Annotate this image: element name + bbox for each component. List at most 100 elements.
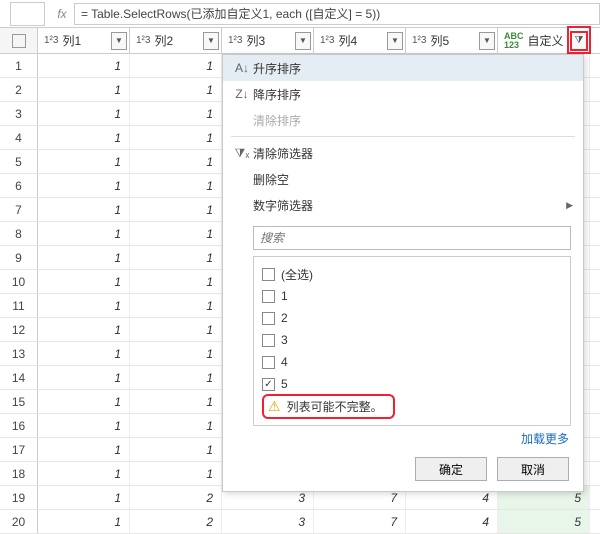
column-header-1[interactable]: 1²3 列1 ▼ [38,28,130,53]
row-number[interactable]: 11 [0,294,38,317]
cancel-button[interactable]: 取消 [497,457,569,481]
cell[interactable]: 1 [38,174,130,197]
row-number[interactable]: 6 [0,174,38,197]
sort-asc-item[interactable]: A↓ 升序排序 [223,55,583,81]
cell[interactable]: 1 [130,366,222,389]
cell[interactable]: 1 [38,438,130,461]
cell[interactable]: 7 [314,510,406,533]
table-row[interactable]: 20123745 [0,510,600,534]
cell[interactable]: 1 [130,342,222,365]
filter-option[interactable]: 2 [262,307,562,329]
cell[interactable]: 1 [38,246,130,269]
cell[interactable]: 1 [38,486,130,509]
row-number[interactable]: 8 [0,222,38,245]
number-filters-item[interactable]: 数字筛选器 ▶ [223,192,583,218]
row-number[interactable]: 12 [0,318,38,341]
remove-empty-item[interactable]: 删除空 [223,166,583,192]
row-number[interactable]: 7 [0,198,38,221]
row-number[interactable]: 5 [0,150,38,173]
row-number[interactable]: 14 [0,366,38,389]
cell[interactable]: 1 [130,126,222,149]
cell[interactable]: 1 [38,342,130,365]
filter-option[interactable]: 4 [262,351,562,373]
column-header-5[interactable]: 1²3 列5 ▼ [406,28,498,53]
row-number[interactable]: 13 [0,342,38,365]
cell[interactable]: 1 [38,102,130,125]
cell[interactable]: 5 [498,510,590,533]
cell[interactable]: 1 [38,366,130,389]
row-number[interactable]: 9 [0,246,38,269]
checkbox-icon [262,312,275,325]
cell[interactable]: 1 [130,318,222,341]
cell[interactable]: 1 [130,150,222,173]
column-filter-button[interactable]: ▼ [295,32,311,50]
cell[interactable]: 1 [130,102,222,125]
filter-option[interactable]: 5 [262,373,562,395]
cell[interactable]: 3 [222,510,314,533]
formula-input[interactable] [74,3,600,25]
cell[interactable]: 1 [130,390,222,413]
row-number[interactable]: 18 [0,462,38,485]
chevron-right-icon: ▶ [566,200,573,211]
cell[interactable]: 1 [38,222,130,245]
cell[interactable]: 1 [38,462,130,485]
row-number[interactable]: 10 [0,270,38,293]
cell[interactable]: 1 [130,198,222,221]
cell[interactable]: 1 [130,54,222,77]
cell[interactable]: 1 [130,414,222,437]
column-filter-button[interactable]: ▼ [111,32,127,50]
row-number[interactable]: 17 [0,438,38,461]
cell[interactable]: 2 [130,510,222,533]
column-header-2[interactable]: 1²3 列2 ▼ [130,28,222,53]
cell[interactable]: 1 [38,510,130,533]
cell[interactable]: 1 [38,270,130,293]
cell[interactable]: 1 [130,246,222,269]
checkbox-icon [262,378,275,391]
sort-desc-item[interactable]: Z↓ 降序排序 [223,81,583,107]
filter-search-input[interactable] [253,226,571,250]
cell[interactable]: 1 [130,78,222,101]
cell[interactable]: 1 [38,198,130,221]
cell[interactable]: 1 [38,414,130,437]
column-filter-button[interactable]: ▼ [479,32,495,50]
row-number[interactable]: 20 [0,510,38,533]
filter-option[interactable]: 3 [262,329,562,351]
cell[interactable]: 4 [406,510,498,533]
column-filter-button[interactable]: ▼ [203,32,219,50]
cell[interactable]: 1 [38,54,130,77]
row-number[interactable]: 2 [0,78,38,101]
load-more-link[interactable]: 加载更多 [223,430,569,447]
row-number[interactable]: 19 [0,486,38,509]
incomplete-list-warning: ⚠ 列表可能不完整。 [262,394,395,419]
filter-option[interactable]: 1 [262,285,562,307]
cell[interactable]: 1 [38,318,130,341]
cell[interactable]: 1 [130,174,222,197]
cell[interactable]: 1 [130,222,222,245]
column-header-3[interactable]: 1²3 列3 ▼ [222,28,314,53]
cell[interactable]: 1 [38,150,130,173]
cell[interactable]: 1 [130,438,222,461]
column-filter-button-active[interactable]: ⧩ [571,32,587,50]
row-number[interactable]: 3 [0,102,38,125]
cell[interactable]: 2 [130,486,222,509]
select-all-corner[interactable] [0,28,38,53]
column-filter-button[interactable]: ▼ [387,32,403,50]
cell[interactable]: 1 [38,126,130,149]
cell[interactable]: 1 [38,390,130,413]
column-header-4[interactable]: 1²3 列4 ▼ [314,28,406,53]
row-number[interactable]: 15 [0,390,38,413]
cell[interactable]: 1 [38,78,130,101]
select-all-checkbox[interactable]: (全选) [262,263,562,285]
row-number[interactable]: 4 [0,126,38,149]
ok-button[interactable]: 确定 [415,457,487,481]
cell[interactable]: 1 [38,294,130,317]
clear-filter-item[interactable]: ⧩ₓ 清除筛选器 [223,140,583,166]
cell[interactable]: 1 [130,294,222,317]
cell[interactable]: 1 [130,270,222,293]
column-header-custom[interactable]: ABC123 自定义 ⧩ [498,28,590,53]
menu-label: 清除筛选器 [253,145,573,162]
cell[interactable]: 1 [130,462,222,485]
row-number[interactable]: 1 [0,54,38,77]
formula-dropdown[interactable] [10,2,45,26]
row-number[interactable]: 16 [0,414,38,437]
